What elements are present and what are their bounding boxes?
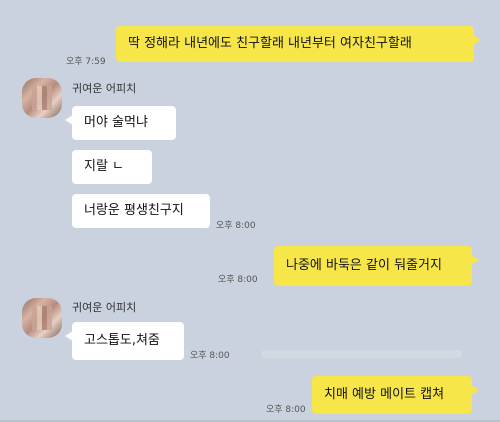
their-message-bubble[interactable]: 머야 술먹냐: [65, 106, 176, 140]
faded-area: [262, 350, 462, 358]
message-time: 오후 7:59: [66, 57, 106, 67]
chat-area: 오후 7:59 딱 정해라 내년에도 친구할래 내년부터 여자친구할래 귀여운 …: [0, 0, 500, 422]
my-message-bubble[interactable]: 딱 정해라 내년에도 친구할래 내년부터 여자친구할래: [116, 26, 481, 62]
avatar[interactable]: [22, 298, 62, 338]
sender-name: 귀여운 어피치: [72, 301, 137, 314]
their-message-bubble[interactable]: 너랑운 평생친구지: [72, 194, 210, 228]
their-message-bubble[interactable]: 고스톱도,쳐줌: [65, 322, 184, 360]
my-message-bubble[interactable]: 나중에 바둑은 같이 둬줄거지: [274, 246, 479, 286]
message-time: 오후 8:00: [266, 405, 306, 415]
message-time: 오후 8:00: [190, 351, 230, 361]
message-time: 오후 8:00: [216, 221, 256, 231]
my-message-bubble[interactable]: 치매 예방 메이트 캡쳐: [312, 376, 479, 414]
avatar[interactable]: [22, 78, 62, 118]
sender-name: 귀여운 어피치: [72, 82, 137, 95]
message-time: 오후 8:00: [218, 275, 258, 285]
their-message-bubble[interactable]: 지랄 ㄴ: [72, 150, 152, 184]
